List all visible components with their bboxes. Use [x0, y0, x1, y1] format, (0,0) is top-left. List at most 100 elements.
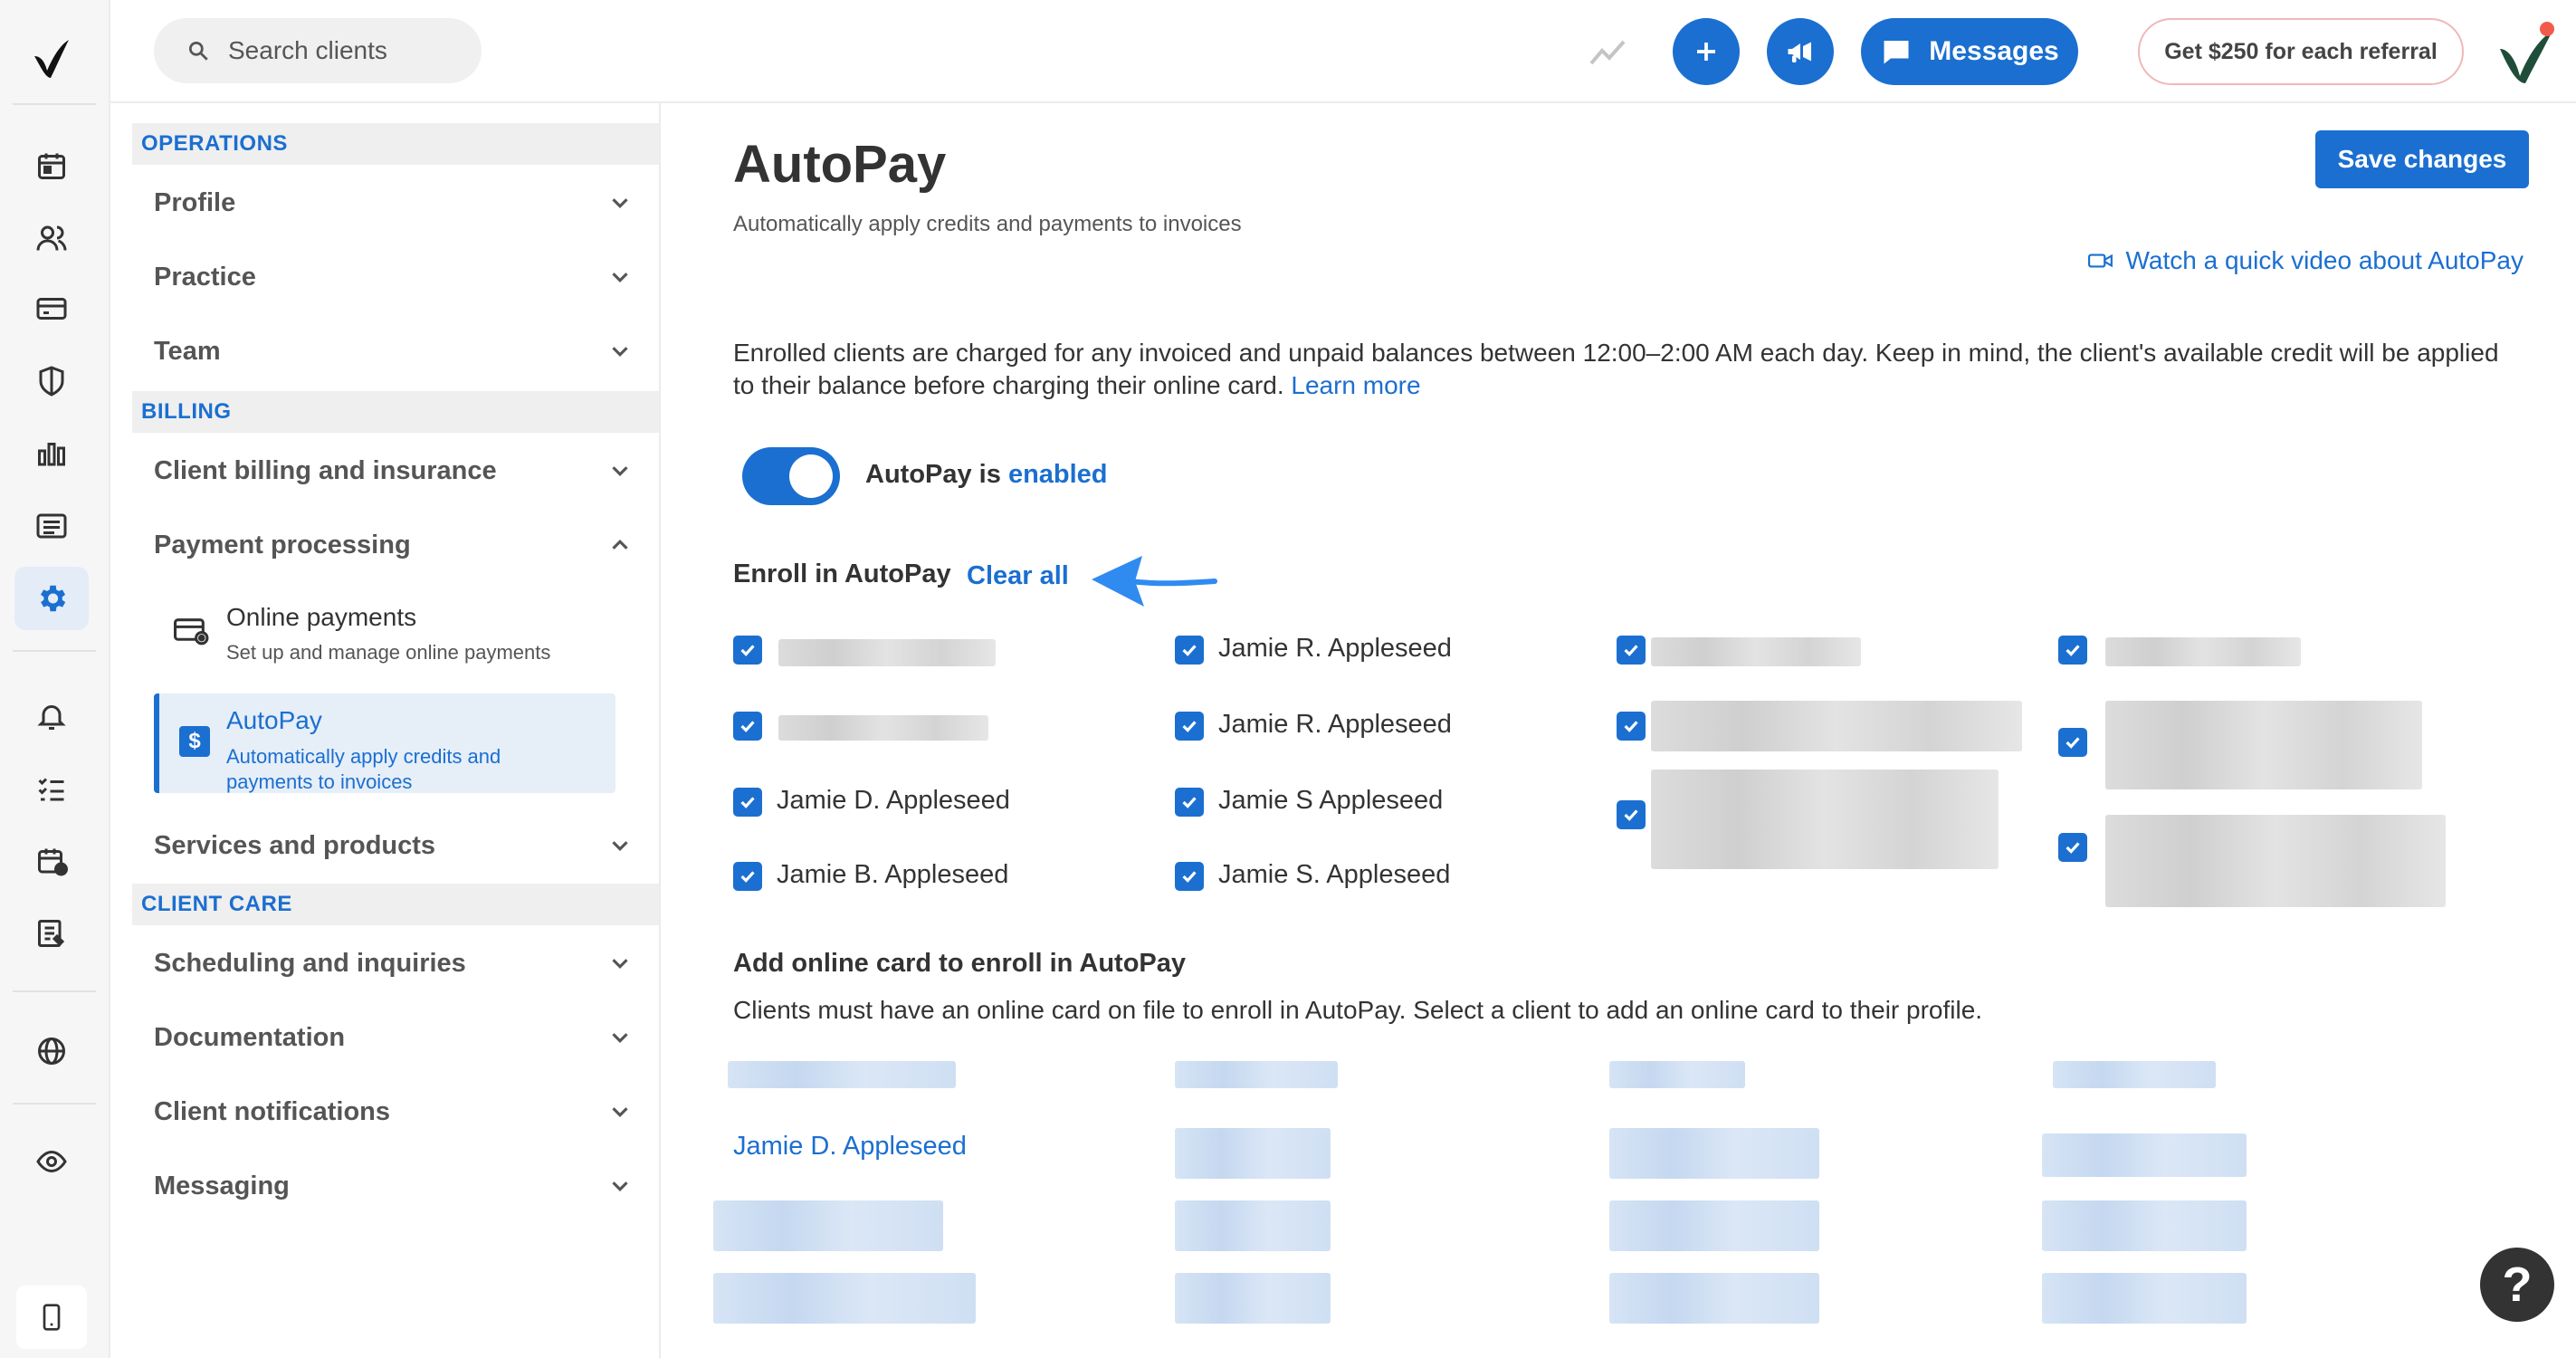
redacted-client-link[interactable]	[1609, 1273, 1819, 1324]
redacted-client-name	[1651, 770, 1999, 869]
redacted-client-link[interactable]	[1175, 1128, 1331, 1179]
client-checkbox[interactable]	[1617, 636, 1646, 665]
redacted-client-link[interactable]	[2042, 1273, 2247, 1324]
client-link[interactable]: Jamie D. Appleseed	[733, 1132, 967, 1162]
add-button[interactable]	[1673, 18, 1740, 85]
help-button[interactable]: ?	[2480, 1248, 2554, 1322]
section-operations: OPERATIONS	[132, 123, 659, 165]
learn-more-link[interactable]: Learn more	[1291, 371, 1420, 399]
nav-item-client-notifications[interactable]: Client notifications	[154, 1085, 634, 1139]
dollar-icon: $	[179, 726, 210, 757]
billing-card-icon[interactable]	[14, 277, 89, 340]
announcements-button[interactable]	[1767, 18, 1834, 85]
annotation-arrow-icon	[1092, 556, 1217, 607]
redacted-client-name	[2105, 637, 2301, 666]
redacted-client-link[interactable]	[2042, 1133, 2247, 1177]
client-checkbox[interactable]	[2058, 728, 2087, 757]
page-title: AutoPay	[733, 135, 947, 194]
clients-icon[interactable]	[14, 206, 89, 270]
redacted-client-link[interactable]	[2053, 1061, 2216, 1088]
calendar-add-icon[interactable]	[14, 829, 89, 893]
settings-gear-icon[interactable]	[14, 567, 89, 630]
redacted-client-link[interactable]	[713, 1200, 943, 1251]
client-checkbox[interactable]	[733, 712, 762, 741]
settings-nav: OPERATIONS Profile Practice Team BILLING…	[110, 103, 661, 1358]
checkmark-icon	[740, 645, 755, 656]
client-checkbox[interactable]	[733, 636, 762, 665]
watch-video-link[interactable]: Watch a quick video about AutoPay	[2087, 246, 2524, 275]
client-checkbox[interactable]	[1617, 800, 1646, 829]
eye-icon[interactable]	[14, 1130, 89, 1193]
redacted-client-link[interactable]	[1175, 1061, 1338, 1088]
enroll-heading: Enroll in AutoPay	[733, 559, 951, 588]
video-camera-icon	[2087, 253, 2113, 268]
client-checkbox[interactable]	[1617, 712, 1646, 741]
redacted-client-link[interactable]	[1609, 1061, 1745, 1088]
client-checkbox[interactable]	[733, 788, 762, 817]
main-content: AutoPay Automatically apply credits and …	[663, 103, 2576, 1358]
clear-all-button[interactable]: Clear all	[967, 561, 1069, 591]
nav-item-label: Scheduling and inquiries	[154, 948, 466, 978]
user-avatar[interactable]	[2489, 16, 2562, 89]
chevron-down-icon	[612, 198, 628, 208]
notes-icon[interactable]	[14, 902, 89, 965]
autopay-toggle[interactable]	[742, 447, 840, 505]
chevron-down-icon	[612, 466, 628, 476]
icon-rail	[0, 0, 110, 1358]
subnav-autopay[interactable]: $ AutoPay Automatically apply credits an…	[154, 693, 615, 793]
chat-bubble-icon	[1884, 41, 1909, 64]
client-checkbox[interactable]	[1175, 862, 1204, 891]
checkmark-icon	[1624, 645, 1638, 656]
nav-item-practice[interactable]: Practice	[154, 250, 634, 304]
nav-item-services[interactable]: Services and products	[154, 818, 634, 873]
notifications-bell-icon[interactable]	[14, 684, 89, 748]
nav-item-messaging[interactable]: Messaging	[154, 1159, 634, 1213]
redacted-client-link[interactable]	[1609, 1200, 1819, 1251]
mobile-device-icon[interactable]	[16, 1286, 87, 1349]
redacted-client-link[interactable]	[728, 1061, 956, 1088]
rail-divider	[13, 1103, 96, 1105]
client-checkbox[interactable]	[1175, 712, 1204, 741]
subnav-online-payments[interactable]: Online payments Set up and manage online…	[154, 603, 615, 683]
save-changes-button[interactable]: Save changes	[2315, 130, 2529, 188]
app-logo[interactable]	[25, 33, 76, 83]
redacted-client-link[interactable]	[1609, 1128, 1819, 1179]
nav-item-profile[interactable]: Profile	[154, 176, 634, 230]
client-checkbox[interactable]	[1175, 636, 1204, 665]
autopay-status: AutoPay is enabled	[865, 460, 1108, 490]
redacted-client-link[interactable]	[713, 1273, 976, 1324]
search-box[interactable]	[154, 18, 482, 83]
redacted-client-link[interactable]	[2042, 1200, 2247, 1251]
referral-button[interactable]: Get $250 for each referral	[2138, 18, 2464, 85]
trend-chart-icon[interactable]	[1586, 31, 1629, 74]
checkmark-icon	[1624, 809, 1638, 821]
client-name: Jamie S. Appleseed	[1218, 860, 1451, 889]
redacted-client-link[interactable]	[1175, 1273, 1331, 1324]
add-card-heading: Add online card to enroll in AutoPay	[733, 949, 1187, 978]
messages-label: Messages	[1929, 36, 2059, 66]
checkmark-icon	[740, 797, 755, 808]
insurance-shield-icon[interactable]	[14, 349, 89, 413]
nav-item-documentation[interactable]: Documentation	[154, 1010, 634, 1065]
nav-item-team[interactable]: Team	[154, 324, 634, 378]
checkmark-icon	[1182, 645, 1197, 656]
nav-item-scheduling[interactable]: Scheduling and inquiries	[154, 936, 634, 990]
client-checkbox[interactable]	[2058, 636, 2087, 665]
globe-icon[interactable]	[14, 1019, 89, 1083]
list-icon[interactable]	[14, 494, 89, 558]
calendar-icon[interactable]	[14, 134, 89, 197]
subnav-title: AutoPay	[226, 706, 322, 734]
redacted-client-link[interactable]	[1175, 1200, 1331, 1251]
search-input[interactable]	[228, 36, 463, 65]
checkmark-icon	[2066, 842, 2080, 854]
analytics-icon[interactable]	[14, 422, 89, 485]
tasks-checklist-icon[interactable]	[14, 757, 89, 820]
client-checkbox[interactable]	[1175, 788, 1204, 817]
nav-item-payment-processing[interactable]: Payment processing	[154, 518, 634, 572]
toggle-knob	[789, 454, 833, 498]
client-checkbox[interactable]	[2058, 833, 2087, 862]
redacted-client-name	[778, 715, 988, 741]
client-checkbox[interactable]	[733, 862, 762, 891]
nav-item-client-billing[interactable]: Client billing and insurance	[154, 444, 634, 498]
messages-button[interactable]: Messages	[1861, 18, 2078, 85]
